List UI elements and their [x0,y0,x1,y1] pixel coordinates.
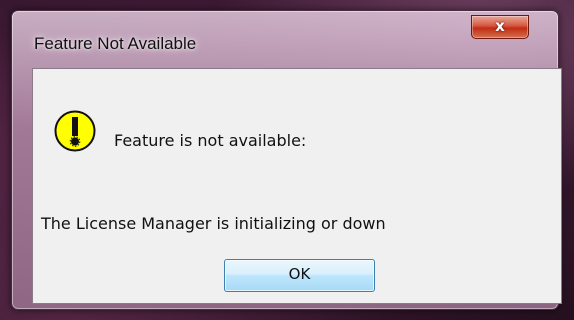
dialog-message: Feature is not available: [114,131,307,150]
dialog-window: Feature Not Available x Feature is not a… [11,10,562,310]
dialog-body: Feature is not available: The License Ma… [32,68,562,304]
ok-button[interactable]: OK [224,259,375,292]
warning-exclamation-icon [54,110,96,152]
close-button[interactable]: x [471,15,529,39]
dialog-detail: The License Manager is initializing or d… [41,214,386,233]
dialog-title: Feature Not Available [34,34,197,53]
